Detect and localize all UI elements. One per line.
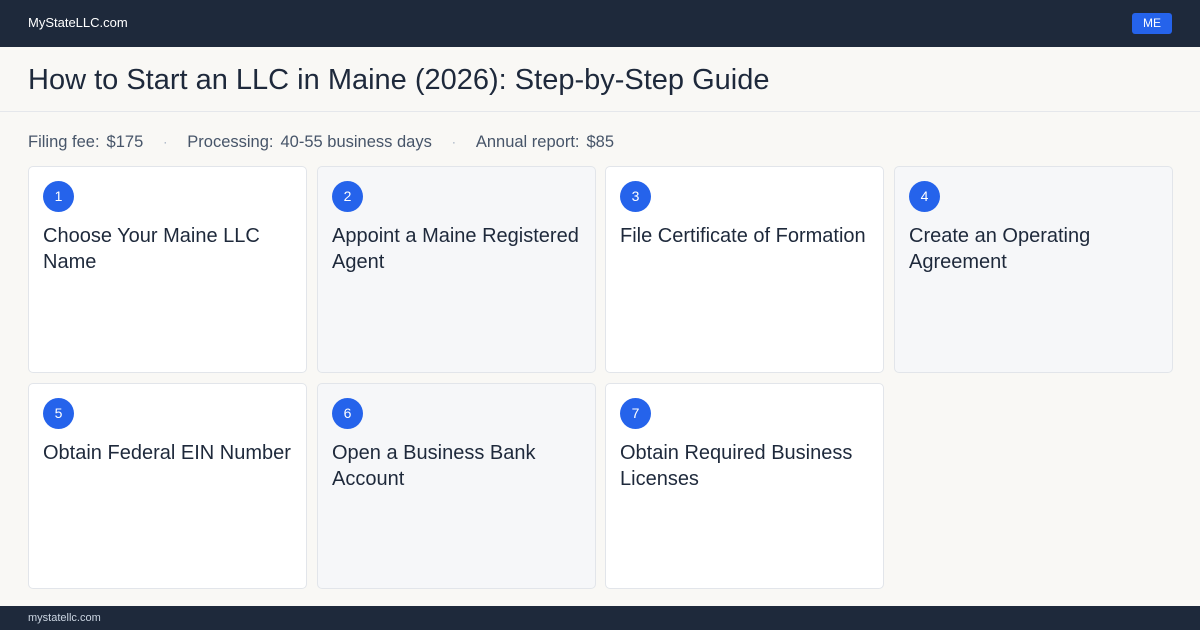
step-number-badge: 6 — [332, 398, 363, 429]
stat-value: 40-55 business days — [280, 132, 432, 151]
stat-processing: Processing: 40-55 business days — [187, 133, 432, 152]
stat-label: Filing fee: — [28, 132, 100, 151]
stat-label: Annual report: — [475, 132, 580, 151]
step-title: Create an Operating Agreement — [909, 225, 1091, 273]
step-number-badge: 1 — [43, 181, 74, 212]
step-number-badge: 5 — [43, 398, 74, 429]
top-bar: MyStateLLC.com ME — [0, 0, 1200, 47]
stat-value: $175 — [106, 132, 144, 151]
step-number-badge: 7 — [620, 398, 651, 429]
step-title: Choose Your Maine LLC Name — [43, 225, 260, 273]
stat-separator: · — [451, 135, 456, 149]
stat-filing-fee: Filing fee: $175 — [28, 133, 143, 152]
footer-bar: mystatellc.com — [0, 606, 1200, 630]
step-card-7[interactable]: 7 Obtain Required Business Licenses — [605, 383, 884, 589]
title-section: How to Start an LLC in Maine (2026): Ste… — [0, 47, 1200, 112]
state-badge: ME — [1132, 13, 1172, 34]
stat-label: Processing: — [187, 132, 274, 151]
stat-value: $85 — [586, 132, 615, 151]
step-number-badge: 2 — [332, 181, 363, 212]
step-title: Appoint a Maine Registered Agent — [332, 225, 579, 273]
brand-link[interactable]: MyStateLLC.com — [28, 15, 128, 30]
step-card-3[interactable]: 3 File Certificate of Formation — [605, 166, 884, 373]
step-card-2[interactable]: 2 Appoint a Maine Registered Agent — [317, 166, 596, 373]
step-number-badge: 3 — [620, 181, 651, 212]
step-number-badge: 4 — [909, 181, 940, 212]
stat-separator: · — [163, 135, 168, 149]
step-card-6[interactable]: 6 Open a Business Bank Account — [317, 383, 596, 589]
step-title: File Certificate of Formation — [620, 225, 866, 247]
stat-annual-report: Annual report: $85 — [476, 133, 614, 152]
step-card-1[interactable]: 1 Choose Your Maine LLC Name — [28, 166, 307, 373]
step-title: Open a Business Bank Account — [332, 442, 536, 490]
stats-row: Filing fee: $175 · Processing: 40-55 bus… — [28, 132, 614, 152]
footer-url[interactable]: mystatellc.com — [28, 612, 101, 624]
step-card-5[interactable]: 5 Obtain Federal EIN Number — [28, 383, 307, 589]
step-card-4[interactable]: 4 Create an Operating Agreement — [894, 166, 1173, 373]
page-title: How to Start an LLC in Maine (2026): Ste… — [28, 64, 770, 96]
step-title: Obtain Federal EIN Number — [43, 442, 291, 464]
step-title: Obtain Required Business Licenses — [620, 442, 853, 490]
